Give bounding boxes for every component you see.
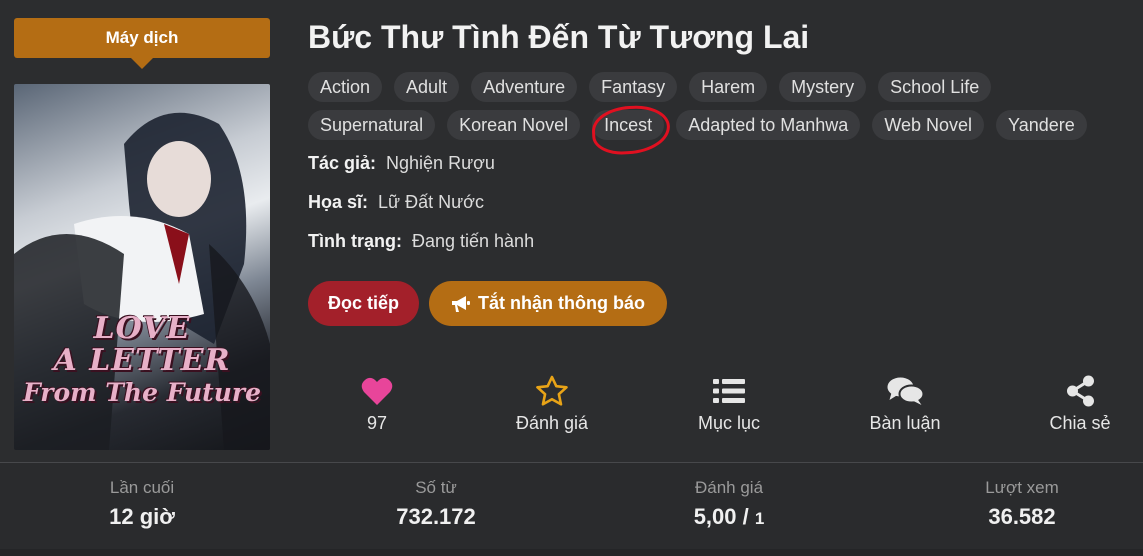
genre-tag[interactable]: Yandere [996,110,1087,140]
comments-label: Bàn luận [869,413,941,433]
list-icon [712,379,745,403]
genre-tags: Action Adult Adventure Fantasy Harem Mystery S… [308,72,1138,148]
author-link[interactable]: Nghiện Rượu [386,153,495,173]
genre-row-2: Supernatural Korean Novel Incest Adapted to… [308,110,1138,140]
action-bar: 97 Đánh giá Mục lục Bàn luận Chia sẻ [0,374,1143,444]
genre-tag[interactable]: Adult [394,72,460,102]
toc-label: Mục lục [697,413,761,433]
stat-last-update-value: 12 giờ [109,504,175,529]
heart-icon [361,377,393,405]
novel-header: Máy dịch LOVE A LETTER From The Future B… [0,0,1143,462]
genre-tag[interactable]: Mystery [779,72,867,102]
stat-word-count-value: 732.172 [396,504,476,529]
genre-row-1: Action Adult Adventure Fantasy Harem Mystery S… [308,72,1138,102]
share-action[interactable]: Chia sẻ [1049,374,1111,434]
artist-link[interactable]: Lữ Đất Nước [378,192,484,212]
bottom-edge [0,549,1143,556]
stat-views-value: 36.582 [988,504,1056,529]
stat-views: Lượt xem 36.582 [985,478,1059,530]
stat-rating-score: 5,00 / [693,504,755,529]
novel-title: Bức Thư Tình Đến Từ Tương Lai [308,19,810,55]
genre-tag[interactable]: Action [308,72,383,102]
stats-bar: Lần cuối 12 giờ Số từ 732.172 Đánh giá 5… [0,463,1143,556]
toc-action[interactable]: Mục lục [698,374,760,434]
stat-rating-label: Đánh giá [694,478,764,497]
continue-reading-label: Đọc tiếp [327,293,399,313]
like-action[interactable]: 97 [361,374,393,434]
genre-tag[interactable]: Web Novel [872,110,985,140]
artist-line: Họa sĩ: Lữ Đất Nước [308,192,484,213]
notification-toggle-button[interactable]: Tắt nhận thông báo [429,281,667,326]
genre-tag[interactable]: Fantasy [589,72,678,102]
notification-toggle-label: Tắt nhận thông báo [478,293,645,313]
genre-tag[interactable]: Harem [689,72,768,102]
stat-last-update: Lần cuối 12 giờ [109,478,175,530]
share-label: Chia sẻ [1049,413,1111,433]
genre-tag[interactable]: School Life [878,72,992,102]
rate-label: Đánh giá [515,413,589,433]
status-label: Tình trạng: [308,231,402,251]
stat-views-label: Lượt xem [985,478,1059,497]
translation-type-badge: Máy dịch [14,18,270,69]
genre-tag[interactable]: Korean Novel [447,110,581,140]
star-icon [536,375,568,406]
like-count: 97 [366,413,388,433]
genre-tag[interactable]: Adapted to Manhwa [676,110,861,140]
megaphone-icon [452,295,470,312]
status-value: Đang tiến hành [411,231,535,251]
stat-last-update-label: Lần cuối [109,478,175,497]
genre-tag[interactable]: Adventure [471,72,578,102]
artist-label: Họa sĩ: [308,192,369,212]
genre-tag[interactable]: Supernatural [308,110,436,140]
stat-rating: Đánh giá 5,00 / 1 [694,478,765,530]
comments-icon [887,377,924,405]
comments-action[interactable]: Bàn luận [869,374,941,434]
author-label: Tác giả: [308,153,377,173]
cover-title-line2: A LETTER [53,343,231,378]
continue-reading-button[interactable]: Đọc tiếp [308,281,419,326]
share-icon [1066,375,1094,407]
stat-word-count-label: Số từ [415,478,457,497]
stat-rating-value: 5,00 / 1 [694,504,765,530]
author-line: Tác giả: Nghiện Rượu [308,153,495,174]
rate-action[interactable]: Đánh giá [516,374,588,434]
badge-label: Máy dịch [105,28,179,47]
status-line: Tình trạng: Đang tiến hành [308,231,534,252]
cover-title-line1: LOVE [93,311,191,346]
stat-rating-count: 1 [754,509,765,528]
stat-word-count: Số từ 732.172 [396,478,476,530]
genre-tag[interactable]: Incest [592,110,665,140]
